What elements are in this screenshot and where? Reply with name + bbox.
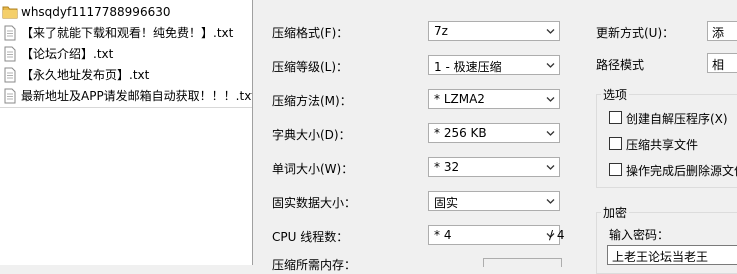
password-input[interactable]: 上老王论坛当老王: [607, 245, 737, 265]
path-mode-value: 相: [712, 58, 725, 72]
chevron-down-icon: [546, 165, 555, 170]
delete-after-checkbox[interactable]: [609, 163, 622, 176]
word-size-value: * 32: [434, 160, 460, 174]
path-mode-select[interactable]: 相: [707, 53, 737, 73]
path-mode-label: 路径模式: [596, 58, 645, 72]
update-mode-value: 添: [712, 26, 725, 40]
cpu-threads-max: / 4: [549, 228, 565, 242]
dict-size-value: * 256 KB: [434, 126, 487, 140]
delete-after-checkbox-label: 操作完成后删除源文件: [626, 164, 737, 178]
word-size-select[interactable]: * 32: [428, 157, 560, 177]
file-name: 【永久地址发布页】.txt: [21, 68, 150, 82]
dict-size-label: 字典大小(D)：: [272, 128, 351, 142]
cpu-threads-value: * 4: [434, 228, 452, 242]
chevron-down-icon: [546, 199, 555, 204]
solid-size-select[interactable]: 固实: [428, 191, 560, 211]
options-group-title: 选项: [601, 86, 630, 103]
level-value: 1 - 极速压缩: [434, 60, 502, 74]
format-label: 压缩格式(F)：: [272, 26, 349, 40]
cpu-threads-label: CPU 线程数：: [272, 230, 349, 244]
cpu-threads-select[interactable]: * 4: [428, 225, 560, 245]
chevron-down-icon: [546, 97, 555, 102]
chevron-down-icon: [546, 63, 555, 68]
update-mode-select[interactable]: 添: [707, 21, 737, 41]
word-size-label: 单词大小(W)：: [272, 162, 354, 176]
text-file-icon: [4, 46, 16, 61]
file-name: 【来了就能下载和观看！纯免费！】.txt: [21, 26, 234, 40]
list-divider: [0, 107, 252, 108]
solid-size-label: 固实数据大小：: [272, 196, 357, 210]
shared-files-checkbox[interactable]: [609, 137, 622, 150]
file-name: whsqdyf1117788996630: [21, 4, 171, 19]
update-mode-label: 更新方式(U)：: [596, 26, 675, 40]
format-value: 7z: [434, 24, 448, 38]
chevron-down-icon: [546, 29, 555, 34]
method-value: * LZMA2: [434, 92, 485, 106]
chevron-down-icon: [546, 131, 555, 136]
text-file-icon: [4, 25, 16, 40]
text-file-icon: [4, 88, 16, 103]
format-select[interactable]: 7z: [428, 21, 560, 41]
encryption-group-title: 加密: [601, 204, 630, 221]
file-name: 【论坛介绍】.txt: [21, 47, 114, 61]
folder-icon: [2, 6, 18, 18]
password-value: 上老王论坛当老王: [612, 250, 709, 264]
dict-size-select[interactable]: * 256 KB: [428, 123, 560, 143]
password-label: 输入密码：: [609, 228, 670, 242]
solid-size-value: 固实: [434, 196, 459, 210]
file-name: 最新地址及APP请发邮箱自动获取！！！.txt: [21, 89, 252, 103]
compression-settings-panel: 压缩格式(F)： 压缩等级(L)： 压缩方法(M)： 字典大小(D)： 单词大小…: [253, 0, 737, 274]
sfx-checkbox[interactable]: [609, 111, 622, 124]
file-item[interactable]: 【永久地址发布页】.txt: [0, 64, 252, 85]
file-item[interactable]: 【论坛介绍】.txt: [0, 43, 252, 64]
method-select[interactable]: * LZMA2: [428, 89, 560, 109]
level-label: 压缩等级(L)：: [272, 60, 349, 74]
memory-value-box: [483, 258, 562, 267]
file-item[interactable]: 【来了就能下载和观看！纯免费！】.txt: [0, 22, 252, 43]
text-file-icon: [4, 67, 16, 82]
file-item-folder[interactable]: whsqdyf1117788996630: [0, 1, 252, 22]
file-list: whsqdyf1117788996630 【来了就能下载和观看！纯免费！】.tx…: [0, 0, 253, 265]
file-item[interactable]: 最新地址及APP请发邮箱自动获取！！！.txt: [0, 85, 252, 106]
sfx-checkbox-label: 创建自解压程序(X): [626, 112, 728, 126]
method-label: 压缩方法(M)：: [272, 94, 352, 108]
level-select[interactable]: 1 - 极速压缩: [428, 55, 560, 75]
shared-files-checkbox-label: 压缩共享文件: [626, 138, 699, 152]
